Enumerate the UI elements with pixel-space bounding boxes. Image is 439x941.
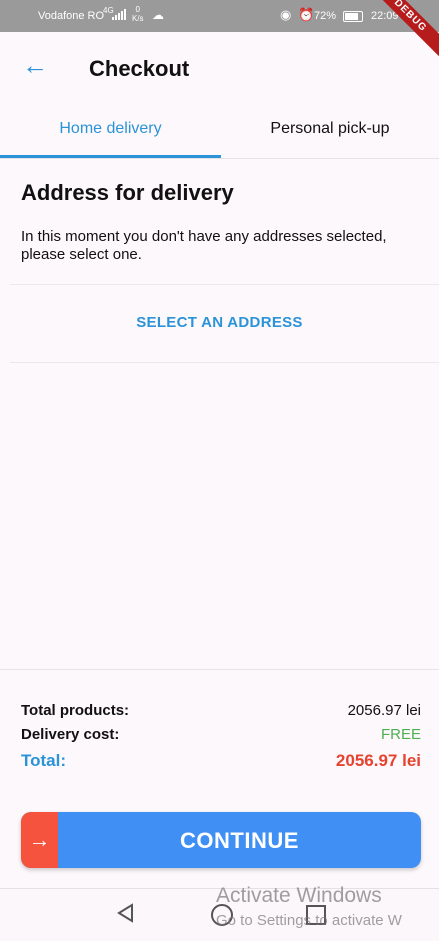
delivery-value: FREE	[380, 726, 421, 743]
network-speed: 0 K/s	[132, 5, 144, 23]
alarm-icon: ⏰	[298, 7, 315, 22]
tab-bar: Home delivery Personal pick-up	[0, 104, 439, 159]
signal-icon	[112, 9, 126, 20]
windows-activation-watermark: Activate Windows Go to Settings to activ…	[216, 884, 402, 929]
watermark-line-1: Activate Windows	[216, 884, 382, 907]
delivery-label: Delivery cost:	[21, 726, 120, 743]
speed-unit: K/s	[132, 14, 144, 23]
continue-button[interactable]: → CONTINUE	[21, 812, 421, 868]
continue-label: CONTINUE	[180, 828, 299, 853]
status-bar: Vodafone RO 4G 0 K/s ☁ ◉ ⏰ 72% 22:09	[0, 0, 439, 32]
page-title: Checkout	[89, 56, 190, 81]
watermark-line-2: Go to Settings to activate W	[216, 912, 402, 929]
arrow-right-icon: →	[21, 812, 58, 868]
divider	[10, 362, 439, 363]
total-label: Total:	[21, 751, 67, 770]
select-address-button[interactable]: SELECT AN ADDRESS	[0, 303, 439, 343]
speed-value: 0	[135, 5, 140, 14]
products-label: Total products:	[21, 702, 130, 719]
tab-indicator	[0, 155, 221, 158]
tab-home-delivery[interactable]: Home delivery	[0, 104, 221, 158]
products-value: 2056.97 lei	[347, 702, 421, 719]
eye-icon: ◉	[280, 7, 292, 22]
address-description: In this moment you don't have any addres…	[21, 228, 387, 263]
tab-personal-pickup[interactable]: Personal pick-up	[221, 104, 439, 158]
battery-percent: 72%	[314, 10, 337, 22]
battery-icon	[343, 11, 363, 22]
back-arrow-icon[interactable]: ←	[22, 52, 48, 78]
nav-back-icon[interactable]	[116, 903, 136, 923]
address-section-title: Address for delivery	[21, 180, 234, 205]
app-bar: ← Checkout	[0, 32, 439, 104]
divider	[10, 284, 439, 285]
battery-fill	[345, 13, 358, 20]
total-value: 2056.97 lei	[335, 751, 421, 770]
cloud-icon: ☁	[152, 8, 164, 22]
summary-divider	[0, 669, 439, 670]
carrier-name: Vodafone RO	[38, 10, 105, 22]
